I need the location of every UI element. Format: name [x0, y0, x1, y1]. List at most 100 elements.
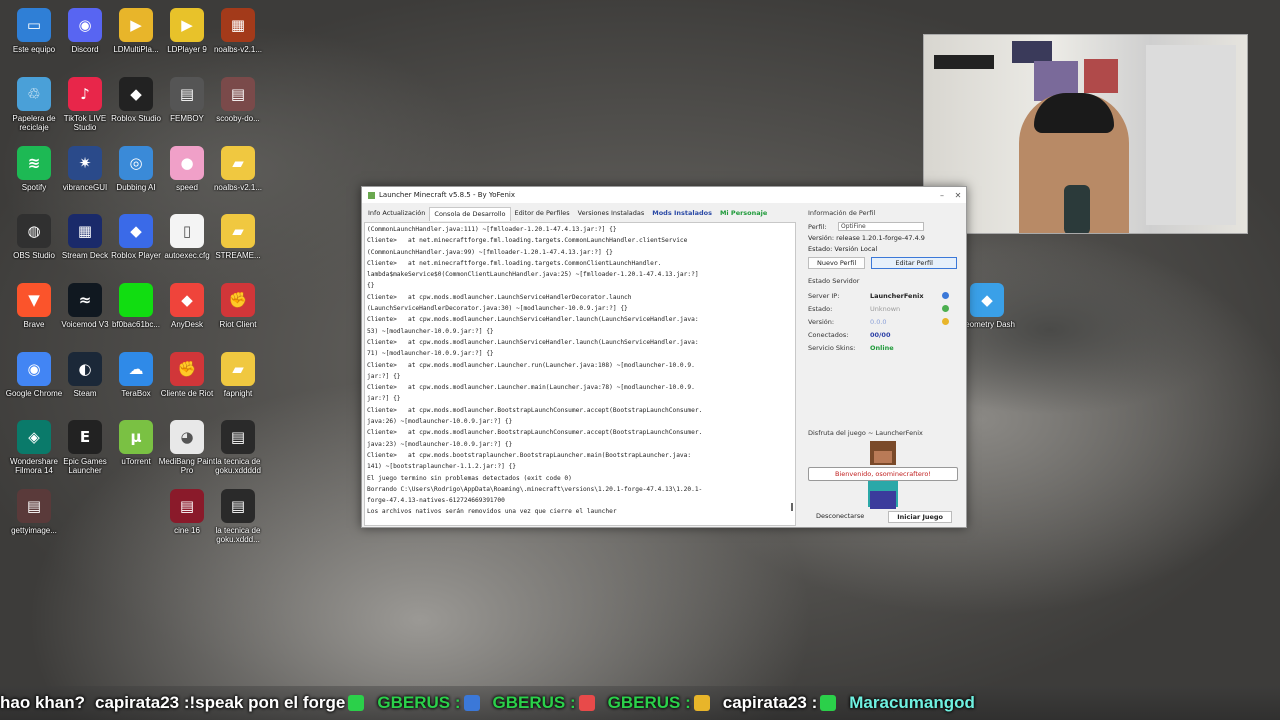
console-line: Cliente> at net.minecraftforge.fml.loadi…	[367, 237, 688, 245]
emote-icon	[578, 695, 595, 711]
chat-message: GBERUS :	[377, 693, 482, 713]
console-line: 71) ~[modlauncher-10.0.9.jar:?] {}	[367, 350, 494, 358]
console-line: 53) ~[modlauncher-10.0.9.jar:?] {}	[367, 327, 494, 335]
chat-message: hao khan?	[0, 693, 85, 713]
server-globe-icon	[942, 292, 949, 299]
app-icon: ▰	[221, 214, 255, 248]
profile-select[interactable]: OptiFine	[838, 222, 924, 231]
app-icon: ☁	[119, 352, 153, 386]
app-icon: E	[68, 420, 102, 454]
app-icon: ▤	[221, 420, 255, 454]
app-icon: ▰	[221, 352, 255, 386]
console-line: (LaunchServiceHandlerDecorator.java:30) …	[367, 305, 628, 313]
console-line: 141) ~[bootstraplauncher-1.1.2.jar:?] {}	[367, 463, 517, 471]
server-ip-key: Server IP:	[808, 291, 840, 300]
app-icon: ▤	[170, 489, 204, 523]
desktop-icon-streame[interactable]: ▰ STREAME...	[208, 214, 268, 278]
tab-editor-perfiles[interactable]: Editor de Perfiles	[511, 207, 574, 221]
refresh-icon[interactable]	[942, 305, 949, 312]
tab-consola[interactable]: Consola de Desarrollo	[429, 207, 511, 221]
console-line: forge-47.4.13-natives-612724669391700	[367, 497, 505, 505]
server-section-title: Estado Servidor	[808, 277, 860, 285]
desktop-icon-label: noalbs-v2.1...	[213, 45, 263, 54]
server-estado-key: Estado:	[808, 304, 833, 313]
console-line: (CommonLaunchHandler.java:99) ~[fmlloade…	[367, 248, 613, 256]
app-icon: ●	[170, 146, 204, 180]
profile-section-title: Información de Perfil	[808, 209, 876, 217]
app-icon: ▦	[221, 8, 255, 42]
app-icon: ▭	[17, 8, 51, 42]
app-icon: ◆	[119, 77, 153, 111]
disconnect-button[interactable]: Desconectarse	[808, 511, 872, 523]
character-preview: Bienvenido, osominecraftero!	[808, 439, 958, 509]
welcome-banner: Bienvenido, osominecraftero!	[808, 467, 958, 481]
console-line: java:26) ~[modlauncher-10.0.9.jar:?] {}	[367, 418, 513, 426]
launcher-titlebar[interactable]: Launcher Minecraft v5.8.5 - By YoFenix –…	[362, 187, 966, 203]
tab-versiones[interactable]: Versiones Instaladas	[574, 207, 649, 221]
server-ip-value: LauncherFenix	[870, 291, 924, 300]
desktop-icon-label: la tecnica de goku.xddd...	[215, 526, 261, 544]
minimize-icon[interactable]: –	[934, 191, 950, 200]
chat-message: GBERUS :	[608, 693, 713, 713]
console-line: Cliente> at cpw.mods.modlauncher.Launche…	[367, 361, 695, 369]
chat-username: GBERUS :	[607, 693, 691, 712]
profile-version: Versión: release 1.20.1-forge-47.4.9	[808, 233, 925, 242]
tab-mods[interactable]: Mods Instalados	[648, 207, 716, 221]
desktop-icon-label: gettyimage...	[11, 526, 57, 535]
console-line: {}	[367, 282, 375, 290]
app-icon: µ	[119, 420, 153, 454]
desktop-icon-label: STREAME...	[215, 251, 261, 260]
webcam-overlay	[923, 34, 1248, 234]
app-icon: ◍	[17, 214, 51, 248]
status-icon	[942, 318, 949, 325]
tab-personaje[interactable]: Mi Personaje	[716, 207, 771, 221]
app-icon: ▤	[221, 489, 255, 523]
console-line: Los archivos nativos serán removidos una…	[367, 508, 617, 516]
desktop-icon-riot-client[interactable]: ✊ Riot Client	[208, 283, 268, 347]
console-output[interactable]: (CommonLaunchHandler.java:111) ~[fmlload…	[364, 222, 796, 526]
app-icon: ▦	[68, 214, 102, 248]
profile-estado: Estado: Versión Local	[808, 244, 878, 253]
enjoy-text: Disfruta del juego ~ LauncherFenix	[808, 429, 923, 437]
console-scrollbar[interactable]	[791, 503, 793, 511]
app-icon: ♲	[17, 77, 51, 111]
desktop-icon-label: la tecnica de goku.xddddd	[215, 457, 261, 475]
desktop-icon-label: noalbs-v2.1...	[213, 183, 263, 192]
app-icon	[119, 283, 153, 317]
desktop-icon-noalbs-v2-1[interactable]: ▰ noalbs-v2.1...	[208, 146, 268, 210]
desktop-icon-fapnight[interactable]: ▰ fapnight	[208, 352, 268, 416]
tab-info-actualizacion[interactable]: Info Actualización	[364, 207, 429, 221]
start-game-button[interactable]: Iniciar Juego	[888, 511, 953, 523]
console-line: (CommonLaunchHandler.java:111) ~[fmlload…	[367, 226, 617, 233]
console-line: Borrando C:\Users\Rodrigo\AppData\Roamin…	[367, 485, 703, 493]
desktop-icon-la-tecnica-de-goku-xddddd[interactable]: ▤ la tecnica de goku.xddddd	[208, 420, 268, 484]
chat-message: capirata23 :	[723, 693, 840, 713]
close-icon[interactable]: ✕	[950, 191, 966, 200]
server-estado-value: Unknown	[870, 304, 901, 313]
console-line: Cliente> at cpw.mods.bootstraplauncher.B…	[367, 451, 692, 459]
chat-message: capirata23 : !speak pon el forge	[95, 693, 367, 713]
chat-message: Maracumangod	[849, 693, 975, 713]
desktop-icon-scooby-do[interactable]: ▤ scooby-do...	[208, 77, 268, 141]
desktop-icon-gettyimage[interactable]: ▤ gettyimage...	[4, 489, 64, 553]
profile-key: Perfil:	[808, 222, 827, 231]
emote-icon	[348, 695, 365, 711]
desktop-icon-noalbs-v2-1[interactable]: ▦ noalbs-v2.1...	[208, 8, 268, 72]
emote-icon	[463, 695, 480, 711]
app-icon: ◉	[68, 8, 102, 42]
launcher-title: Launcher Minecraft v5.8.5 - By YoFenix	[379, 191, 516, 199]
app-icon: ▶	[170, 8, 204, 42]
server-conectados-value: 00/00	[870, 330, 891, 339]
emote-icon	[820, 695, 837, 711]
console-line: Cliente> at cpw.mods.modlauncher.LaunchS…	[367, 316, 699, 324]
server-version-key: Versión:	[808, 317, 835, 326]
desktop-icon-la-tecnica-de-goku-xddd[interactable]: ▤ la tecnica de goku.xddd...	[208, 489, 268, 553]
app-icon: ≋	[17, 146, 51, 180]
app-icon: ▯	[170, 214, 204, 248]
new-profile-button[interactable]: Nuevo Perfil	[808, 257, 866, 269]
edit-profile-button[interactable]: Editar Perfil	[871, 257, 958, 269]
console-line: Cliente> at cpw.mods.modlauncher.Launche…	[367, 384, 695, 392]
app-icon: ▰	[221, 146, 255, 180]
console-line: jar:?] {}	[367, 372, 401, 380]
console-line: Cliente> at cpw.mods.modlauncher.LaunchS…	[367, 293, 632, 301]
